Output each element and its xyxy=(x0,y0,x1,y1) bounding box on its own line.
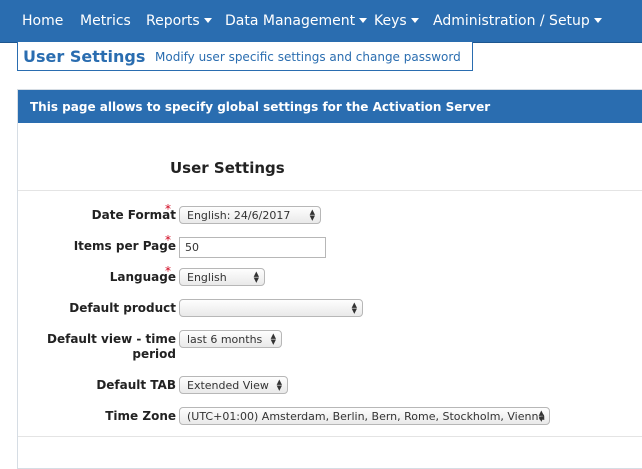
time-zone-select[interactable]: (UTC+01:00) Amsterdam, Berlin, Bern, Rom… xyxy=(179,407,550,425)
section-title: User Settings xyxy=(170,159,285,177)
select-arrows-icon: ▲ ▼ xyxy=(276,378,282,392)
nav-administration-label: Administration / Setup xyxy=(433,13,590,29)
default-view-select[interactable]: last 6 months ▲ ▼ xyxy=(179,330,282,348)
caret-down-icon xyxy=(410,18,419,23)
date-format-select[interactable]: English: 24/6/2017 ▲ ▼ xyxy=(179,206,321,224)
select-arrows-icon: ▲ ▼ xyxy=(309,208,315,222)
nav-data-management-label: Data Management xyxy=(225,13,356,29)
settings-panel: This page allows to specify global setti… xyxy=(17,89,642,469)
nav-reports-label: Reports xyxy=(146,13,200,29)
select-arrows-icon: ▲ ▼ xyxy=(270,332,276,346)
page-title: User Settings xyxy=(23,47,146,66)
top-navbar: Home Metrics Reports Data Management Key… xyxy=(0,0,642,43)
time-zone-label: Time Zone xyxy=(105,409,176,423)
default-tab-select[interactable]: Extended View ▲ ▼ xyxy=(179,376,288,394)
default-view-label-line2: period xyxy=(132,347,176,361)
date-format-value: English: 24/6/2017 xyxy=(187,209,291,222)
default-product-select[interactable]: ▲ ▼ xyxy=(179,299,363,317)
panel-banner-text: This page allows to specify global setti… xyxy=(30,100,491,114)
default-view-label-line1: Default view - time xyxy=(47,332,176,346)
page-subtitle: Modify user specific settings and change… xyxy=(155,50,461,64)
page-header: User Settings Modify user specific setti… xyxy=(17,42,473,71)
nav-home-label: Home xyxy=(22,13,64,29)
panel-banner: This page allows to specify global setti… xyxy=(18,90,642,123)
nav-metrics[interactable]: Metrics xyxy=(80,0,131,42)
default-product-label: Default product xyxy=(69,301,176,315)
select-arrows-icon: ▲ ▼ xyxy=(253,270,259,284)
caret-down-icon xyxy=(593,18,602,23)
default-tab-value: Extended View xyxy=(187,379,269,392)
caret-down-icon xyxy=(359,18,368,23)
divider xyxy=(18,190,642,191)
default-view-label: Default view - time period xyxy=(47,332,176,362)
nav-home[interactable]: Home xyxy=(22,0,63,42)
nav-keys-label: Keys xyxy=(374,13,407,29)
language-value: English xyxy=(187,271,227,284)
default-view-value: last 6 months xyxy=(187,333,263,346)
select-arrows-icon: ▲ ▼ xyxy=(538,409,544,423)
select-arrows-icon: ▲ ▼ xyxy=(351,301,357,315)
nav-data-management[interactable]: Data Management xyxy=(225,0,368,42)
items-per-page-input[interactable] xyxy=(179,237,326,258)
nav-metrics-label: Metrics xyxy=(80,13,131,29)
required-marker: * xyxy=(165,264,171,278)
items-per-page-label: Items per Page xyxy=(73,239,176,253)
nav-reports[interactable]: Reports xyxy=(146,0,212,42)
required-marker: * xyxy=(165,202,171,216)
default-tab-label: Default TAB xyxy=(96,378,176,392)
nav-keys[interactable]: Keys xyxy=(374,0,419,42)
date-format-label: Date Format xyxy=(91,208,176,222)
caret-down-icon xyxy=(203,18,212,23)
language-select[interactable]: English ▲ ▼ xyxy=(179,268,265,286)
nav-administration[interactable]: Administration / Setup xyxy=(433,0,602,42)
divider xyxy=(18,436,642,437)
required-marker: * xyxy=(165,233,171,247)
time-zone-value: (UTC+01:00) Amsterdam, Berlin, Bern, Rom… xyxy=(187,410,546,423)
